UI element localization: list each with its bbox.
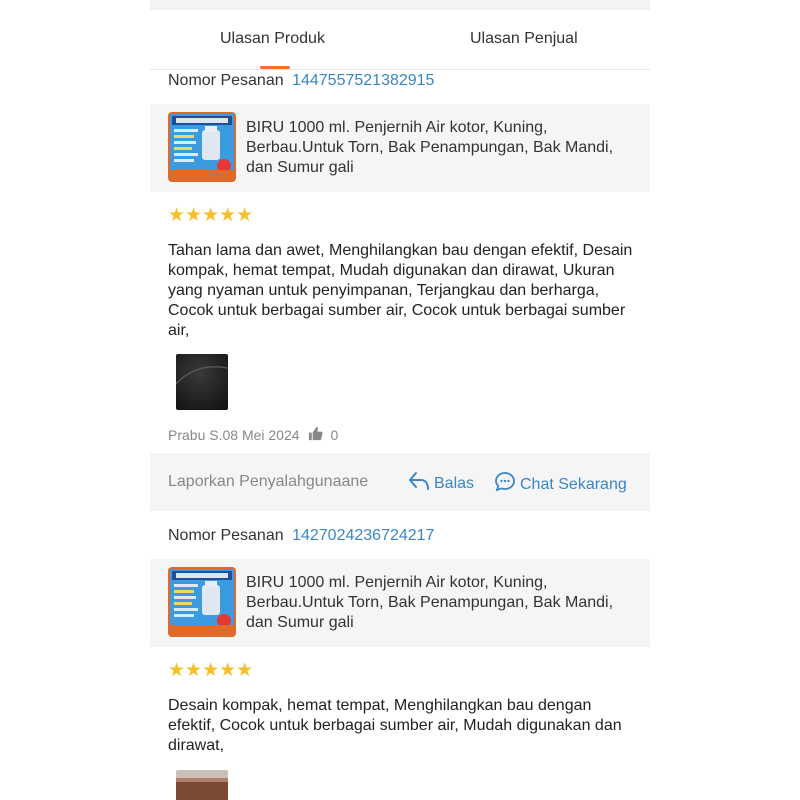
reply-label: Balas bbox=[434, 474, 475, 492]
report-abuse-link[interactable]: Laporkan Penyalahgunaane bbox=[168, 473, 368, 491]
review-action-bar: Laporkan Penyalahgunaane Balas Chat Seka… bbox=[150, 453, 650, 511]
reply-arrow-icon bbox=[408, 471, 430, 496]
product-title: BIRU 1000 ml. Penjernih Air kotor, Kunin… bbox=[246, 119, 614, 176]
like-count: 0 bbox=[330, 427, 339, 443]
product-title: BIRU 1000 ml. Penjernih Air kotor, Kunin… bbox=[246, 574, 614, 631]
order-row: Nomor Pesanan 1427024236724217 bbox=[168, 527, 434, 545]
review-text: Desain kompak, hemat tempat, Menghilangk… bbox=[168, 697, 622, 754]
chat-label: Chat Sekarang bbox=[520, 475, 627, 493]
rating-stars: ★★★★★ bbox=[168, 660, 254, 681]
order-number[interactable]: 1447557521382915 bbox=[292, 72, 434, 89]
review-photo[interactable] bbox=[176, 354, 228, 410]
order-row: Nomor Pesanan 1447557521382915 bbox=[168, 72, 434, 90]
order-label: Nomor Pesanan bbox=[168, 72, 284, 89]
author-date: Prabu S.08 Mei 2024 bbox=[168, 427, 300, 443]
review-text: Tahan lama dan awet, Menghilangkan bau d… bbox=[168, 242, 633, 339]
order-number[interactable]: 1427024236724217 bbox=[292, 527, 434, 544]
thumbs-up-icon[interactable] bbox=[308, 426, 323, 444]
tab-ulasan-penjual[interactable]: Ulasan Penjual bbox=[470, 30, 578, 48]
top-strip bbox=[150, 0, 650, 10]
product-thumbnail bbox=[168, 112, 236, 182]
tab-bar: Ulasan Produk Ulasan Penjual bbox=[150, 10, 650, 70]
product-info[interactable]: BIRU 1000 ml. Penjernih Air kotor, Kunin… bbox=[150, 559, 650, 647]
order-label: Nomor Pesanan bbox=[168, 527, 284, 544]
product-info[interactable]: BIRU 1000 ml. Penjernih Air kotor, Kunin… bbox=[150, 104, 650, 192]
rating-stars: ★★★★★ bbox=[168, 205, 254, 226]
active-tab-indicator bbox=[260, 66, 290, 69]
review-meta: Prabu S.08 Mei 2024 0 bbox=[168, 426, 338, 444]
review-photo[interactable] bbox=[176, 770, 228, 800]
chat-bubble-icon bbox=[494, 471, 516, 498]
chat-now-button[interactable]: Chat Sekarang bbox=[494, 471, 627, 498]
reply-button[interactable]: Balas bbox=[408, 471, 474, 496]
product-thumbnail bbox=[168, 567, 236, 637]
tab-ulasan-produk[interactable]: Ulasan Produk bbox=[220, 30, 325, 48]
review-page: Ulasan Produk Ulasan Penjual Nomor Pesan… bbox=[150, 0, 650, 800]
